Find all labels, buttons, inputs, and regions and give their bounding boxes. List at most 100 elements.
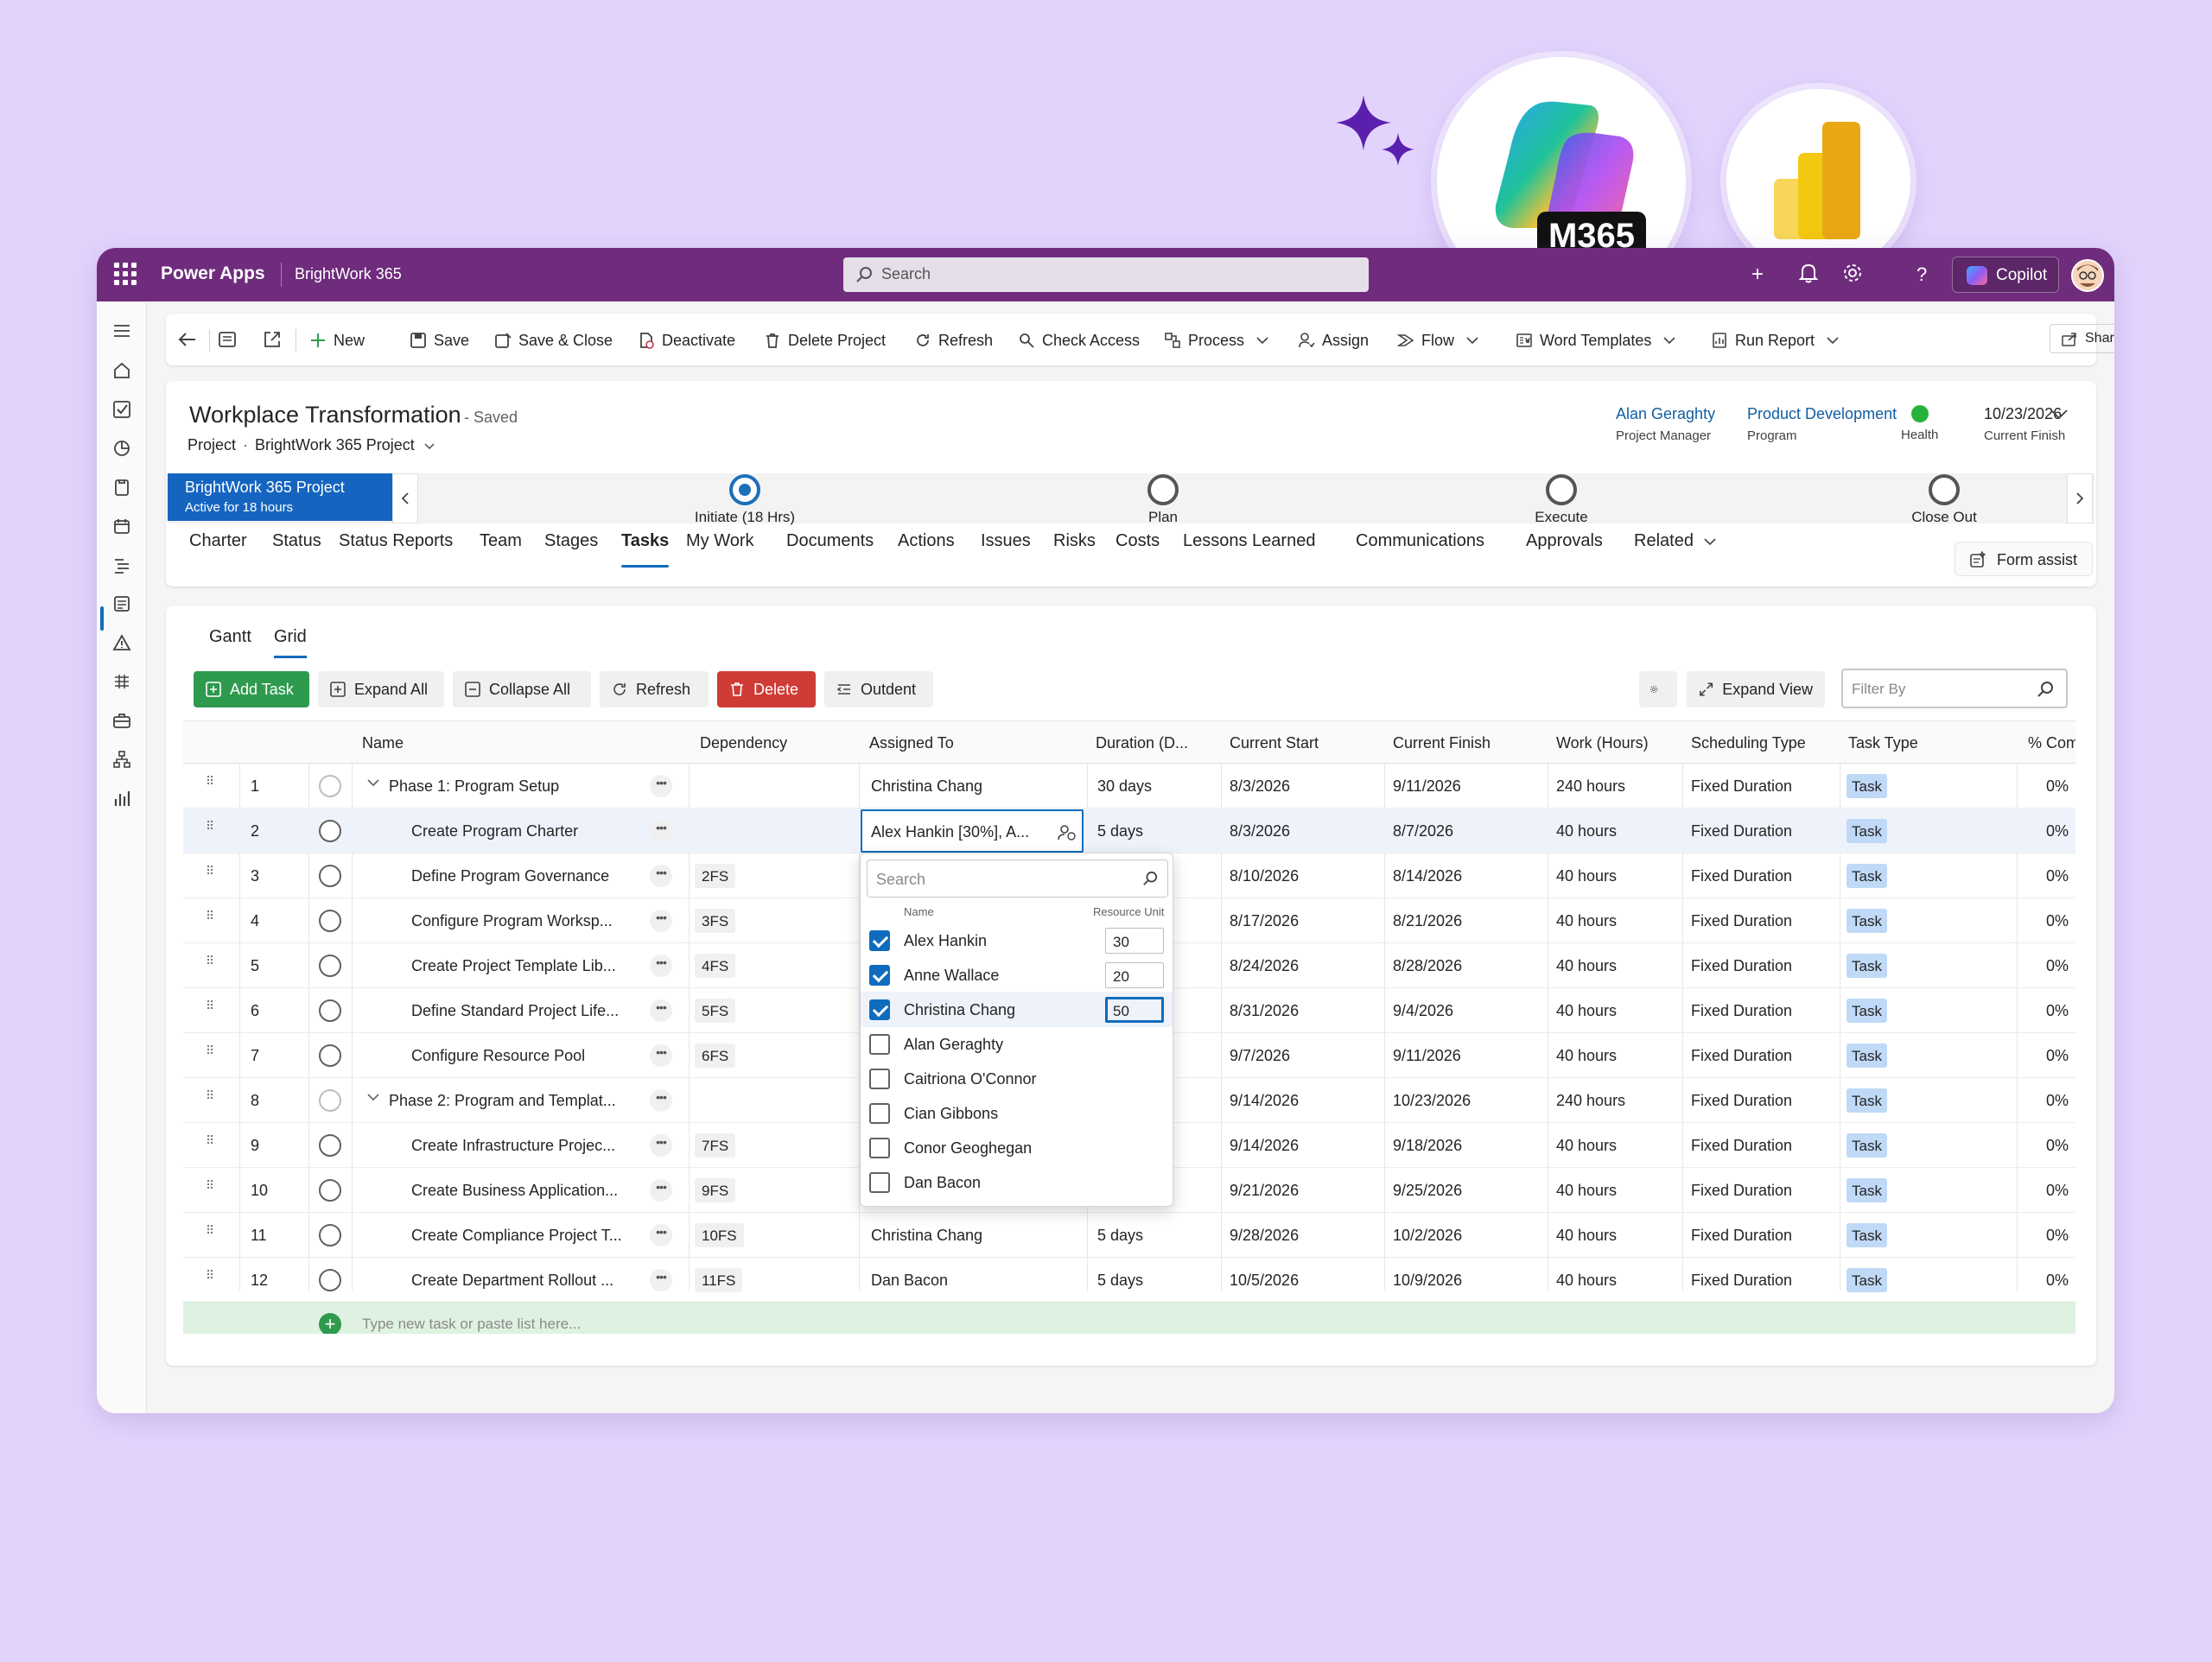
- cell-task-name[interactable]: Phase 2: Program and Templat...: [389, 1092, 639, 1110]
- share-button[interactable]: Share: [2050, 324, 2114, 353]
- tab-gantt[interactable]: Gantt: [209, 627, 251, 647]
- cell-current-start[interactable]: 9/14/2026: [1230, 1137, 1299, 1155]
- cell-current-start[interactable]: 8/31/2026: [1230, 1002, 1299, 1020]
- row-select-radio[interactable]: [319, 955, 341, 977]
- row-select-radio[interactable]: [319, 999, 341, 1022]
- column-header-dependency[interactable]: Dependency: [700, 734, 787, 752]
- cell-scheduling-type[interactable]: Fixed Duration: [1691, 1047, 1792, 1065]
- cell-task-type[interactable]: Task: [1847, 954, 1887, 978]
- tab-team[interactable]: Team: [480, 531, 522, 551]
- table-row[interactable]: ⠿ 1 Phase 1: Program Setup ••• Christina Cha…: [183, 764, 2075, 809]
- cell-dependency[interactable]: 2FS: [695, 864, 736, 888]
- cell-percent-complete[interactable]: 0%: [2046, 1272, 2069, 1290]
- cell-current-start[interactable]: 9/21/2026: [1230, 1182, 1299, 1200]
- table-row[interactable]: ⠿ 12 Create Department Rollout ... ••• 11FS D…: [183, 1258, 2075, 1303]
- people-picker-icon[interactable]: [1058, 823, 1077, 842]
- tab-lessons-learned[interactable]: Lessons Learned: [1183, 531, 1315, 551]
- cell-work[interactable]: 40 hours: [1556, 1182, 1617, 1200]
- chevron-right-icon[interactable]: [2067, 473, 2093, 523]
- tab-status-reports[interactable]: Status Reports: [339, 531, 453, 551]
- column-header-name[interactable]: Name: [362, 734, 404, 752]
- resource-checkbox[interactable]: [869, 999, 890, 1020]
- form-selector[interactable]: BrightWork 365 Project: [255, 436, 415, 454]
- org-chart-icon[interactable]: [112, 750, 131, 769]
- cell-work[interactable]: 240 hours: [1556, 777, 1625, 796]
- cell-work[interactable]: 40 hours: [1556, 822, 1617, 841]
- settings-icon[interactable]: [1842, 263, 1863, 283]
- cell-scheduling-type[interactable]: Fixed Duration: [1691, 1272, 1792, 1290]
- cell-work[interactable]: 240 hours: [1556, 1092, 1625, 1110]
- cell-current-finish[interactable]: 8/28/2026: [1393, 957, 1462, 975]
- cell-assigned-to[interactable]: Dan Bacon: [871, 1272, 1078, 1290]
- cell-dependency[interactable]: 9FS: [695, 1178, 736, 1202]
- tab-risks[interactable]: Risks: [1053, 531, 1096, 551]
- column-header-task-type[interactable]: Task Type: [1848, 734, 1918, 752]
- cell-current-finish[interactable]: 10/9/2026: [1393, 1272, 1462, 1290]
- row-select-radio[interactable]: [319, 1044, 341, 1067]
- stage-plan[interactable]: Plan: [1128, 474, 1198, 526]
- cell-dependency[interactable]: 3FS: [695, 909, 736, 933]
- add-row-icon[interactable]: +: [319, 1313, 341, 1334]
- expand-header-chevron-icon[interactable]: [2050, 409, 2069, 421]
- row-select-radio[interactable]: [319, 1089, 341, 1112]
- cell-percent-complete[interactable]: 0%: [2046, 777, 2069, 796]
- cell-task-name[interactable]: Configure Resource Pool: [411, 1047, 639, 1065]
- cell-task-type[interactable]: Task: [1847, 1268, 1887, 1292]
- column-header-current-finish[interactable]: Current Finish: [1393, 734, 1491, 752]
- word-templates-button[interactable]: Word Templates: [1516, 328, 1675, 352]
- row-select-radio[interactable]: [319, 910, 341, 932]
- copilot-button[interactable]: Copilot: [1952, 257, 2059, 293]
- drag-handle-icon[interactable]: ⠿: [206, 999, 214, 1018]
- drag-handle-icon[interactable]: ⠿: [206, 775, 214, 794]
- row-select-radio[interactable]: [319, 1269, 341, 1291]
- grid-settings-button[interactable]: [1639, 671, 1677, 707]
- cell-task-name[interactable]: Create Department Rollout ...: [411, 1272, 639, 1290]
- cell-current-start[interactable]: 8/10/2026: [1230, 867, 1299, 885]
- cell-percent-complete[interactable]: 0%: [2046, 1137, 2069, 1155]
- column-header-duration[interactable]: Duration (D...: [1096, 734, 1188, 752]
- delete-project-button[interactable]: Delete Project: [764, 328, 886, 352]
- resource-unit-input[interactable]: 30: [1105, 928, 1164, 954]
- risk-icon[interactable]: [112, 672, 131, 691]
- cell-percent-complete[interactable]: 0%: [2046, 957, 2069, 975]
- cell-task-type[interactable]: Task: [1847, 1088, 1887, 1113]
- header-field-manager[interactable]: Alan Geraghty Project Manager: [1616, 405, 1715, 443]
- cell-dependency[interactable]: 5FS: [695, 999, 736, 1023]
- cell-current-start[interactable]: 9/7/2026: [1230, 1047, 1290, 1065]
- cell-task-name[interactable]: Define Standard Project Life...: [411, 1002, 639, 1020]
- tab-approvals[interactable]: Approvals: [1526, 531, 1603, 551]
- global-search-input[interactable]: Search: [843, 257, 1369, 292]
- cell-scheduling-type[interactable]: Fixed Duration: [1691, 912, 1792, 930]
- grid-refresh-button[interactable]: Refresh: [600, 671, 709, 707]
- tab-my-work[interactable]: My Work: [686, 531, 754, 551]
- cell-current-finish[interactable]: 9/11/2026: [1393, 1047, 1461, 1065]
- back-arrow-icon[interactable]: [178, 331, 197, 348]
- cell-dependency[interactable]: 10FS: [695, 1223, 744, 1247]
- cell-current-finish[interactable]: 9/25/2026: [1393, 1182, 1462, 1200]
- bell-icon[interactable]: [1799, 263, 1818, 283]
- resource-checkbox[interactable]: [869, 1034, 890, 1055]
- cell-task-name[interactable]: Create Program Charter: [411, 822, 639, 841]
- column-header-work[interactable]: Work (Hours): [1556, 734, 1649, 752]
- cell-current-finish[interactable]: 8/21/2026: [1393, 912, 1462, 930]
- tab-issues[interactable]: Issues: [981, 531, 1031, 551]
- resource-option[interactable]: Christina Chang 50: [861, 992, 1173, 1027]
- cell-current-finish[interactable]: 9/11/2026: [1393, 777, 1461, 796]
- filter-input[interactable]: Filter By: [1841, 669, 2068, 708]
- run-report-button[interactable]: Run Report: [1711, 328, 1839, 352]
- cell-duration[interactable]: 5 days: [1097, 822, 1143, 841]
- cell-duration[interactable]: 5 days: [1097, 1227, 1143, 1245]
- drag-handle-icon[interactable]: ⠿: [206, 865, 214, 884]
- add-icon[interactable]: +: [1751, 263, 1764, 287]
- cell-duration[interactable]: 30 days: [1097, 777, 1152, 796]
- resource-search-input[interactable]: Search: [867, 860, 1168, 898]
- search-icon[interactable]: [2037, 681, 2054, 698]
- hamburger-icon[interactable]: [112, 321, 131, 340]
- cell-work[interactable]: 40 hours: [1556, 1002, 1617, 1020]
- drag-handle-icon[interactable]: ⠿: [206, 820, 214, 839]
- cell-work[interactable]: 40 hours: [1556, 957, 1617, 975]
- cell-task-type[interactable]: Task: [1847, 1223, 1887, 1247]
- process-button[interactable]: Process: [1164, 328, 1268, 352]
- cell-work[interactable]: 40 hours: [1556, 1137, 1617, 1155]
- tab-communications[interactable]: Communications: [1356, 531, 1484, 551]
